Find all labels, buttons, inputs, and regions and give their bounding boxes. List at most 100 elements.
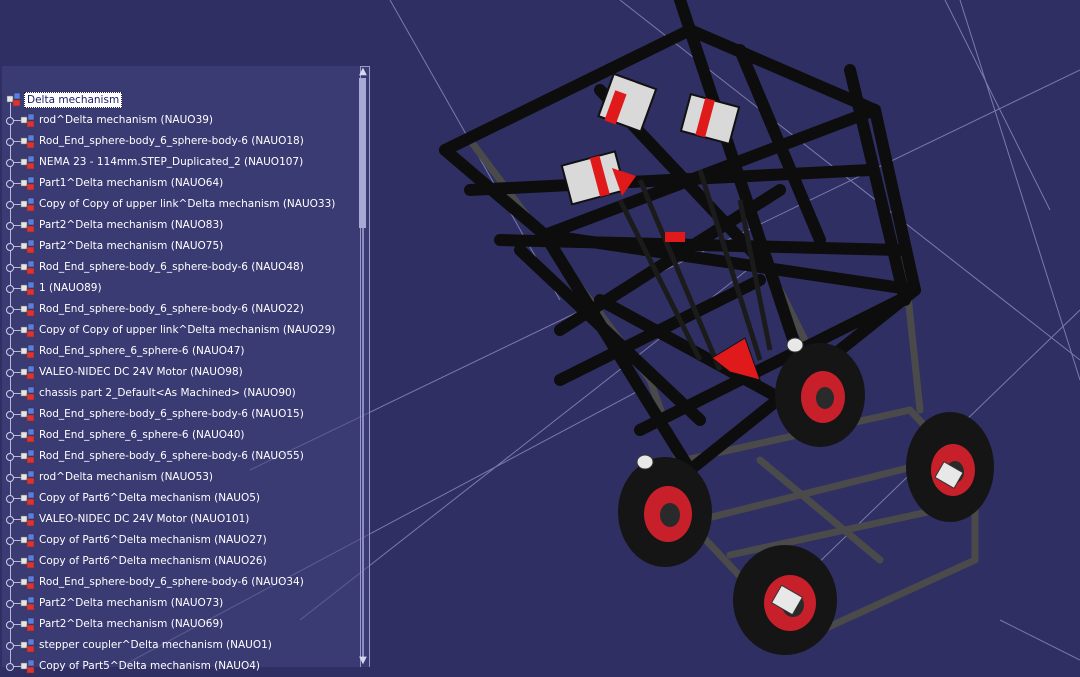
tree-node-label[interactable]: Copy of Part6^Delta mechanism (NAUO26) [39,554,267,568]
tree-node-label[interactable]: Part1^Delta mechanism (NAUO64) [39,176,223,190]
tree-node[interactable]: Part2^Delta mechanism (NAUO83) [2,215,360,236]
tree-node-label[interactable]: Rod_End_sphere_6_sphere-6 (NAUO47) [39,344,245,358]
tree-node[interactable]: Copy of Part6^Delta mechanism (NAUO27) [2,530,360,551]
expand-node-icon[interactable] [6,222,14,230]
tree-node-label[interactable]: VALEO-NIDEC DC 24V Motor (NAUO98) [39,365,243,379]
part-icon [20,323,35,338]
tree-node-label[interactable]: Rod_End_sphere-body_6_sphere-body-6 (NAU… [39,449,304,463]
tree-node[interactable]: rod^Delta mechanism (NAUO39) [2,110,360,131]
tree-node[interactable]: chassis part 2_Default<As Machined> (NAU… [2,383,360,404]
expand-node-icon[interactable] [6,432,14,440]
tree-node-label[interactable]: chassis part 2_Default<As Machined> (NAU… [39,386,296,400]
tree-node-label[interactable]: Rod_End_sphere-body_6_sphere-body-6 (NAU… [39,407,304,421]
tree-node-label[interactable]: Rod_End_sphere-body_6_sphere-body-6 (NAU… [39,575,304,589]
tree-node[interactable]: Part1^Delta mechanism (NAUO64) [2,173,360,194]
tree-node[interactable]: Copy of Copy of upper link^Delta mechani… [2,194,360,215]
tree-node[interactable]: Rod_End_sphere-body_6_sphere-body-6 (NAU… [2,257,360,278]
tree-node[interactable]: Copy of Copy of upper link^Delta mechani… [2,320,360,341]
tree-node-label[interactable]: Copy of Part6^Delta mechanism (NAUO27) [39,533,267,547]
tree-node[interactable]: Rod_End_sphere-body_6_sphere-body-6 (NAU… [2,299,360,320]
tree-node[interactable]: Copy of Part6^Delta mechanism (NAUO5) [2,488,360,509]
tree-node-label[interactable]: rod^Delta mechanism (NAUO39) [39,113,213,127]
expand-node-icon[interactable] [6,264,14,272]
tree-node-label[interactable]: rod^Delta mechanism (NAUO53) [39,470,213,484]
part-icon [20,302,35,317]
part-icon [20,512,35,527]
tree-node-label[interactable]: Part2^Delta mechanism (NAUO73) [39,596,223,610]
wheel-1 [618,457,712,567]
expand-node-icon[interactable] [6,327,14,335]
expand-node-icon[interactable] [6,369,14,377]
tree-node-label[interactable]: Copy of Part6^Delta mechanism (NAUO5) [39,491,260,505]
expand-node-icon[interactable] [6,180,14,188]
part-icon [20,638,35,653]
expand-node-icon[interactable] [6,579,14,587]
expand-node-icon[interactable] [6,516,14,524]
tree-node[interactable]: Part2^Delta mechanism (NAUO69) [2,614,360,635]
assembly-icon [6,92,21,107]
tree-node[interactable]: Part2^Delta mechanism (NAUO75) [2,236,360,257]
tree-node[interactable]: Part2^Delta mechanism (NAUO73) [2,593,360,614]
expand-node-icon[interactable] [6,537,14,545]
tree-root-label[interactable]: Delta mechanism [24,92,123,108]
tree-node[interactable]: Rod_End_sphere-body_6_sphere-body-6 (NAU… [2,572,360,593]
tree-node-label[interactable]: Copy of Part5^Delta mechanism (NAUO4) [39,659,260,673]
expand-node-icon[interactable] [6,117,14,125]
tree-node-label[interactable]: stepper coupler^Delta mechanism (NAUO1) [39,638,272,652]
tree-node-label[interactable]: Part2^Delta mechanism (NAUO83) [39,218,223,232]
part-icon [20,470,35,485]
part-icon [20,491,35,506]
part-icon [20,197,35,212]
expand-node-icon[interactable] [6,138,14,146]
tree-node[interactable]: Rod_End_sphere-body_6_sphere-body-6 (NAU… [2,446,360,467]
tree-scrollbar[interactable]: ▲ ▼ [356,66,370,667]
tree-node-label[interactable]: Copy of Copy of upper link^Delta mechani… [39,323,335,337]
expand-node-icon[interactable] [6,306,14,314]
expand-node-icon[interactable] [6,243,14,251]
tree-node-label[interactable]: VALEO-NIDEC DC 24V Motor (NAUO101) [39,512,249,526]
expand-node-icon[interactable] [6,558,14,566]
tree-node-label[interactable]: Copy of Copy of upper link^Delta mechani… [39,197,335,211]
expand-node-icon[interactable] [6,474,14,482]
tree-node[interactable]: stepper coupler^Delta mechanism (NAUO1) [2,635,360,656]
part-icon [20,407,35,422]
part-icon [20,554,35,569]
tree-node[interactable]: 1 (NAUO89) [2,278,360,299]
tree-node-label[interactable]: Rod_End_sphere-body_6_sphere-body-6 (NAU… [39,302,304,316]
tree-node-label[interactable]: Rod_End_sphere-body_6_sphere-body-6 (NAU… [39,260,304,274]
tree-node-label[interactable]: Part2^Delta mechanism (NAUO75) [39,239,223,253]
tree-node[interactable]: VALEO-NIDEC DC 24V Motor (NAUO101) [2,509,360,530]
tree-root-node[interactable]: Delta mechanism [2,89,360,110]
tree-node-label[interactable]: Rod_End_sphere-body_6_sphere-body-6 (NAU… [39,134,304,148]
robot-model[interactable] [439,0,994,655]
expand-node-icon[interactable] [6,201,14,209]
tree-node[interactable]: Rod_End_sphere-body_6_sphere-body-6 (NAU… [2,404,360,425]
tree-node-label[interactable]: 1 (NAUO89) [39,281,102,295]
expand-node-icon[interactable] [6,453,14,461]
expand-node-icon[interactable] [6,621,14,629]
expand-node-icon[interactable] [6,285,14,293]
expand-node-icon[interactable] [6,159,14,167]
tree-node[interactable]: Copy of Part6^Delta mechanism (NAUO26) [2,551,360,572]
tree-node[interactable]: Rod_End_sphere_6_sphere-6 (NAUO40) [2,425,360,446]
expand-node-icon[interactable] [6,495,14,503]
tree-node-label[interactable]: Part2^Delta mechanism (NAUO69) [39,617,223,631]
scroll-down-arrow-icon[interactable]: ▼ [356,655,370,667]
expand-node-icon[interactable] [6,642,14,650]
tree-node[interactable]: Rod_End_sphere-body_6_sphere-body-6 (NAU… [2,131,360,152]
motor-1 [597,72,658,133]
tree-node[interactable]: Rod_End_sphere_6_sphere-6 (NAUO47) [2,341,360,362]
tree-node[interactable]: NEMA 23 - 114mm.STEP_Duplicated_2 (NAUO1… [2,152,360,173]
expand-node-icon[interactable] [6,600,14,608]
expand-node-icon[interactable] [6,390,14,398]
scroll-thumb[interactable] [359,78,366,228]
part-icon [20,428,35,443]
expand-node-icon[interactable] [6,348,14,356]
expand-node-icon[interactable] [6,411,14,419]
tree-node[interactable]: VALEO-NIDEC DC 24V Motor (NAUO98) [2,362,360,383]
tree-node-label[interactable]: Rod_End_sphere_6_sphere-6 (NAUO40) [39,428,245,442]
expand-node-icon[interactable] [6,663,14,671]
scroll-up-arrow-icon[interactable]: ▲ [356,66,370,78]
tree-node-label[interactable]: NEMA 23 - 114mm.STEP_Duplicated_2 (NAUO1… [39,155,303,169]
tree-node[interactable]: rod^Delta mechanism (NAUO53) [2,467,360,488]
